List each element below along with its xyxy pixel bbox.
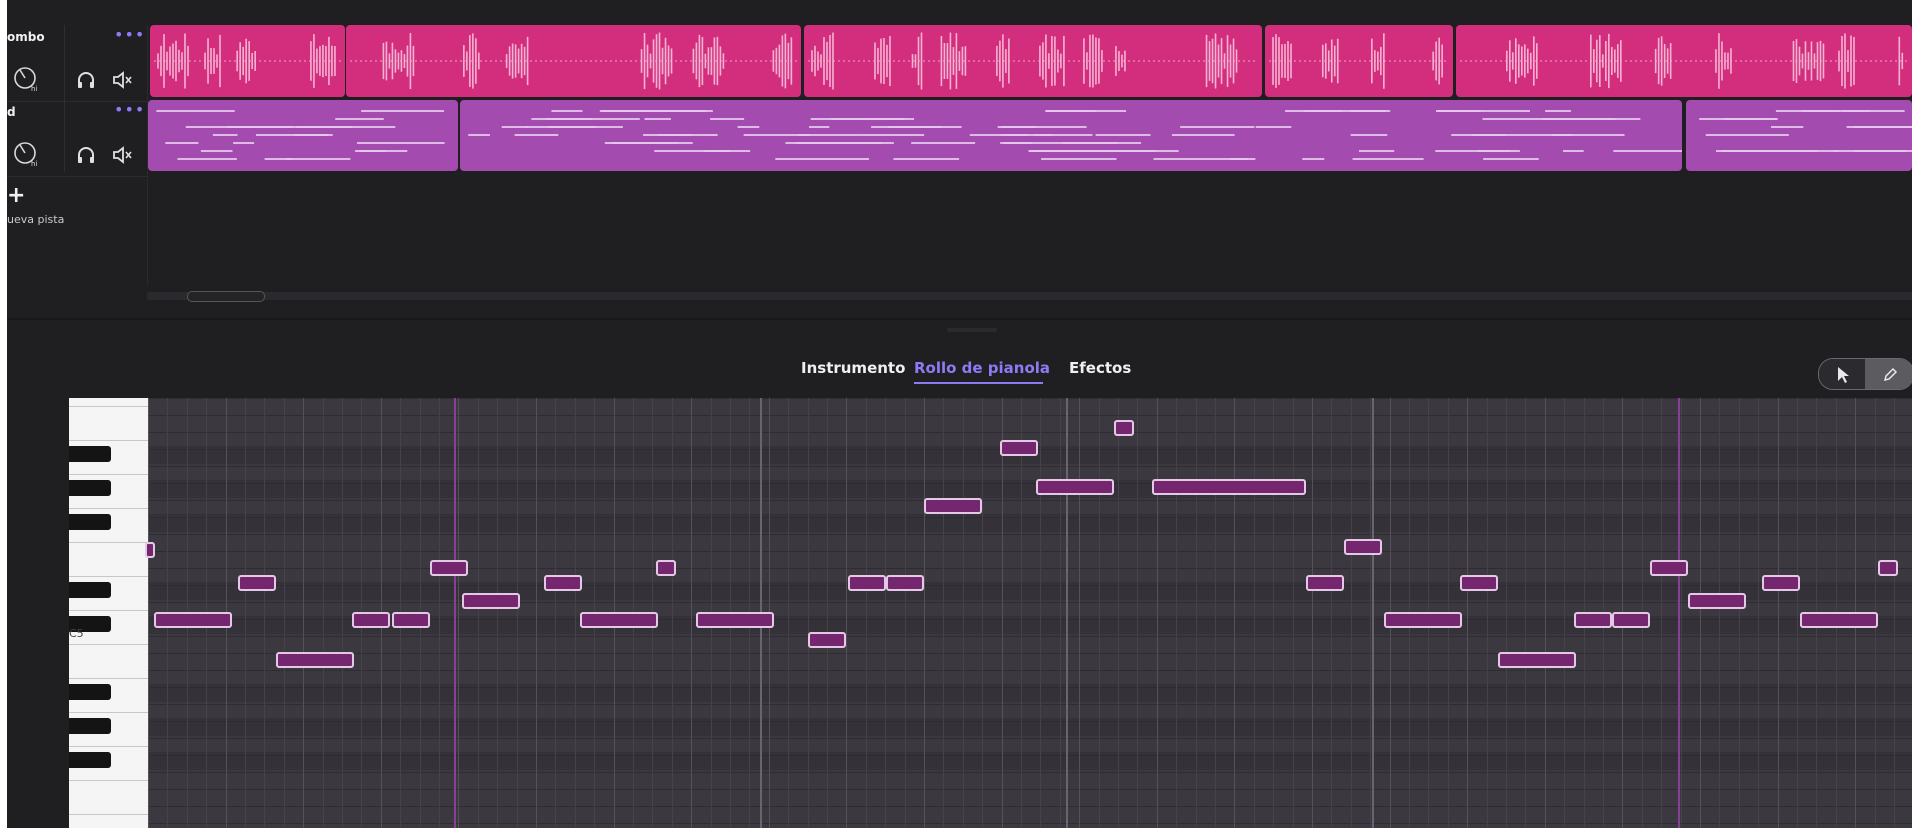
midi-note[interactable] — [1800, 612, 1878, 628]
midi-note[interactable] — [808, 632, 846, 648]
select-tool-button[interactable] — [1819, 359, 1865, 389]
scrollbar-thumb[interactable] — [187, 291, 265, 302]
midi-note[interactable] — [392, 612, 430, 628]
cursor-arrow-icon — [1838, 367, 1849, 383]
midi-note[interactable] — [352, 612, 390, 628]
white-key-divider — [69, 746, 148, 747]
midi-note[interactable] — [1152, 479, 1306, 495]
pencil-tool-button[interactable] — [1865, 359, 1912, 389]
drum-clip[interactable] — [346, 25, 801, 97]
drum-clip[interactable] — [1456, 25, 1912, 97]
black-key[interactable] — [69, 446, 111, 462]
black-key[interactable] — [69, 480, 111, 496]
track-name[interactable]: ombo — [7, 30, 45, 44]
midi-note[interactable] — [848, 575, 886, 591]
resize-handle[interactable] — [947, 328, 997, 332]
white-key-divider — [69, 712, 148, 713]
midi-note[interactable] — [1878, 560, 1898, 576]
midi-note[interactable] — [1036, 479, 1114, 495]
more-dots-icon[interactable]: ••• — [114, 100, 145, 119]
midi-note[interactable] — [1650, 560, 1688, 576]
midi-note[interactable] — [430, 560, 468, 576]
midi-note[interactable] — [462, 593, 520, 609]
header-separator — [64, 25, 65, 172]
midi-note[interactable] — [1688, 593, 1746, 609]
midi-note[interactable] — [924, 498, 982, 514]
midi-note[interactable] — [1114, 420, 1134, 436]
midi-note[interactable] — [696, 612, 774, 628]
black-key[interactable] — [69, 514, 111, 530]
white-key-divider — [69, 610, 148, 611]
white-key-divider — [69, 474, 148, 475]
horizontal-scrollbar[interactable] — [147, 292, 1912, 300]
midi-note[interactable] — [145, 542, 155, 558]
midi-note[interactable] — [886, 575, 924, 591]
midi-note[interactable] — [656, 560, 676, 576]
daw-window: ombo ••• hi d ••• hi + ueva pista Instru… — [7, 0, 1912, 828]
tab-piano-roll[interactable]: Rollo de pianola — [914, 359, 1050, 377]
white-key-divider — [69, 576, 148, 577]
midi-note[interactable] — [1612, 612, 1650, 628]
midi-note[interactable] — [1306, 575, 1344, 591]
white-key-divider — [69, 406, 148, 407]
bass-clip[interactable] — [1686, 100, 1912, 171]
panel-divider — [7, 318, 1912, 320]
pencil-icon — [1883, 367, 1898, 382]
white-key-divider — [69, 542, 148, 543]
midi-note[interactable] — [154, 612, 232, 628]
midi-note[interactable] — [1384, 612, 1462, 628]
speaker-icon[interactable] — [111, 69, 133, 91]
track-name[interactable]: d — [7, 105, 16, 119]
midi-note[interactable] — [1344, 539, 1382, 555]
white-key-divider — [69, 678, 148, 679]
piano-roll-grid[interactable] — [145, 398, 1912, 828]
speaker-icon[interactable] — [111, 144, 133, 166]
white-key-divider — [69, 508, 148, 509]
midi-note[interactable] — [276, 652, 354, 668]
volume-knob-icon[interactable]: hi — [12, 65, 40, 93]
white-key-divider — [69, 440, 148, 441]
midi-note[interactable] — [1762, 575, 1800, 591]
headphones-icon[interactable] — [75, 144, 97, 166]
more-dots-icon[interactable]: ••• — [114, 25, 145, 44]
arrangement-lanes[interactable] — [148, 25, 1912, 175]
white-key-divider — [69, 780, 148, 781]
drum-clip[interactable] — [1265, 25, 1453, 97]
volume-knob-icon[interactable]: hi — [12, 140, 40, 168]
key-label: C5 — [69, 627, 84, 640]
bass-clip[interactable] — [460, 100, 1682, 171]
white-key-divider — [69, 644, 148, 645]
tab-effects[interactable]: Efectos — [1069, 359, 1131, 377]
track-header-drums[interactable]: ombo ••• hi — [7, 25, 147, 102]
midi-note[interactable] — [238, 575, 276, 591]
headphones-icon[interactable] — [75, 69, 97, 91]
midi-note[interactable] — [1460, 575, 1498, 591]
active-tab-indicator — [914, 382, 1043, 384]
tab-instrument[interactable]: Instrumento — [801, 359, 905, 377]
midi-note[interactable] — [1574, 612, 1612, 628]
tool-toggle[interactable] — [1818, 358, 1912, 390]
track-header-bass[interactable]: d ••• hi — [7, 100, 147, 177]
drum-clip[interactable] — [150, 25, 345, 97]
midi-note[interactable] — [1000, 440, 1038, 456]
midi-note[interactable] — [580, 612, 658, 628]
black-key[interactable] — [69, 684, 111, 700]
white-key-divider — [69, 814, 148, 815]
black-key[interactable] — [69, 718, 111, 734]
drum-clip[interactable] — [804, 25, 1262, 97]
black-key[interactable] — [69, 582, 111, 598]
knob-label: hi — [31, 160, 37, 168]
piano-keyboard[interactable] — [69, 398, 148, 828]
knob-label: hi — [31, 85, 37, 93]
add-track-label: ueva pista — [7, 213, 65, 226]
bass-clip[interactable] — [148, 100, 458, 171]
add-track-button[interactable]: + ueva pista — [7, 183, 107, 233]
black-key[interactable] — [69, 752, 111, 768]
plus-icon: + — [7, 183, 26, 208]
midi-note[interactable] — [1498, 652, 1576, 668]
midi-note[interactable] — [544, 575, 582, 591]
